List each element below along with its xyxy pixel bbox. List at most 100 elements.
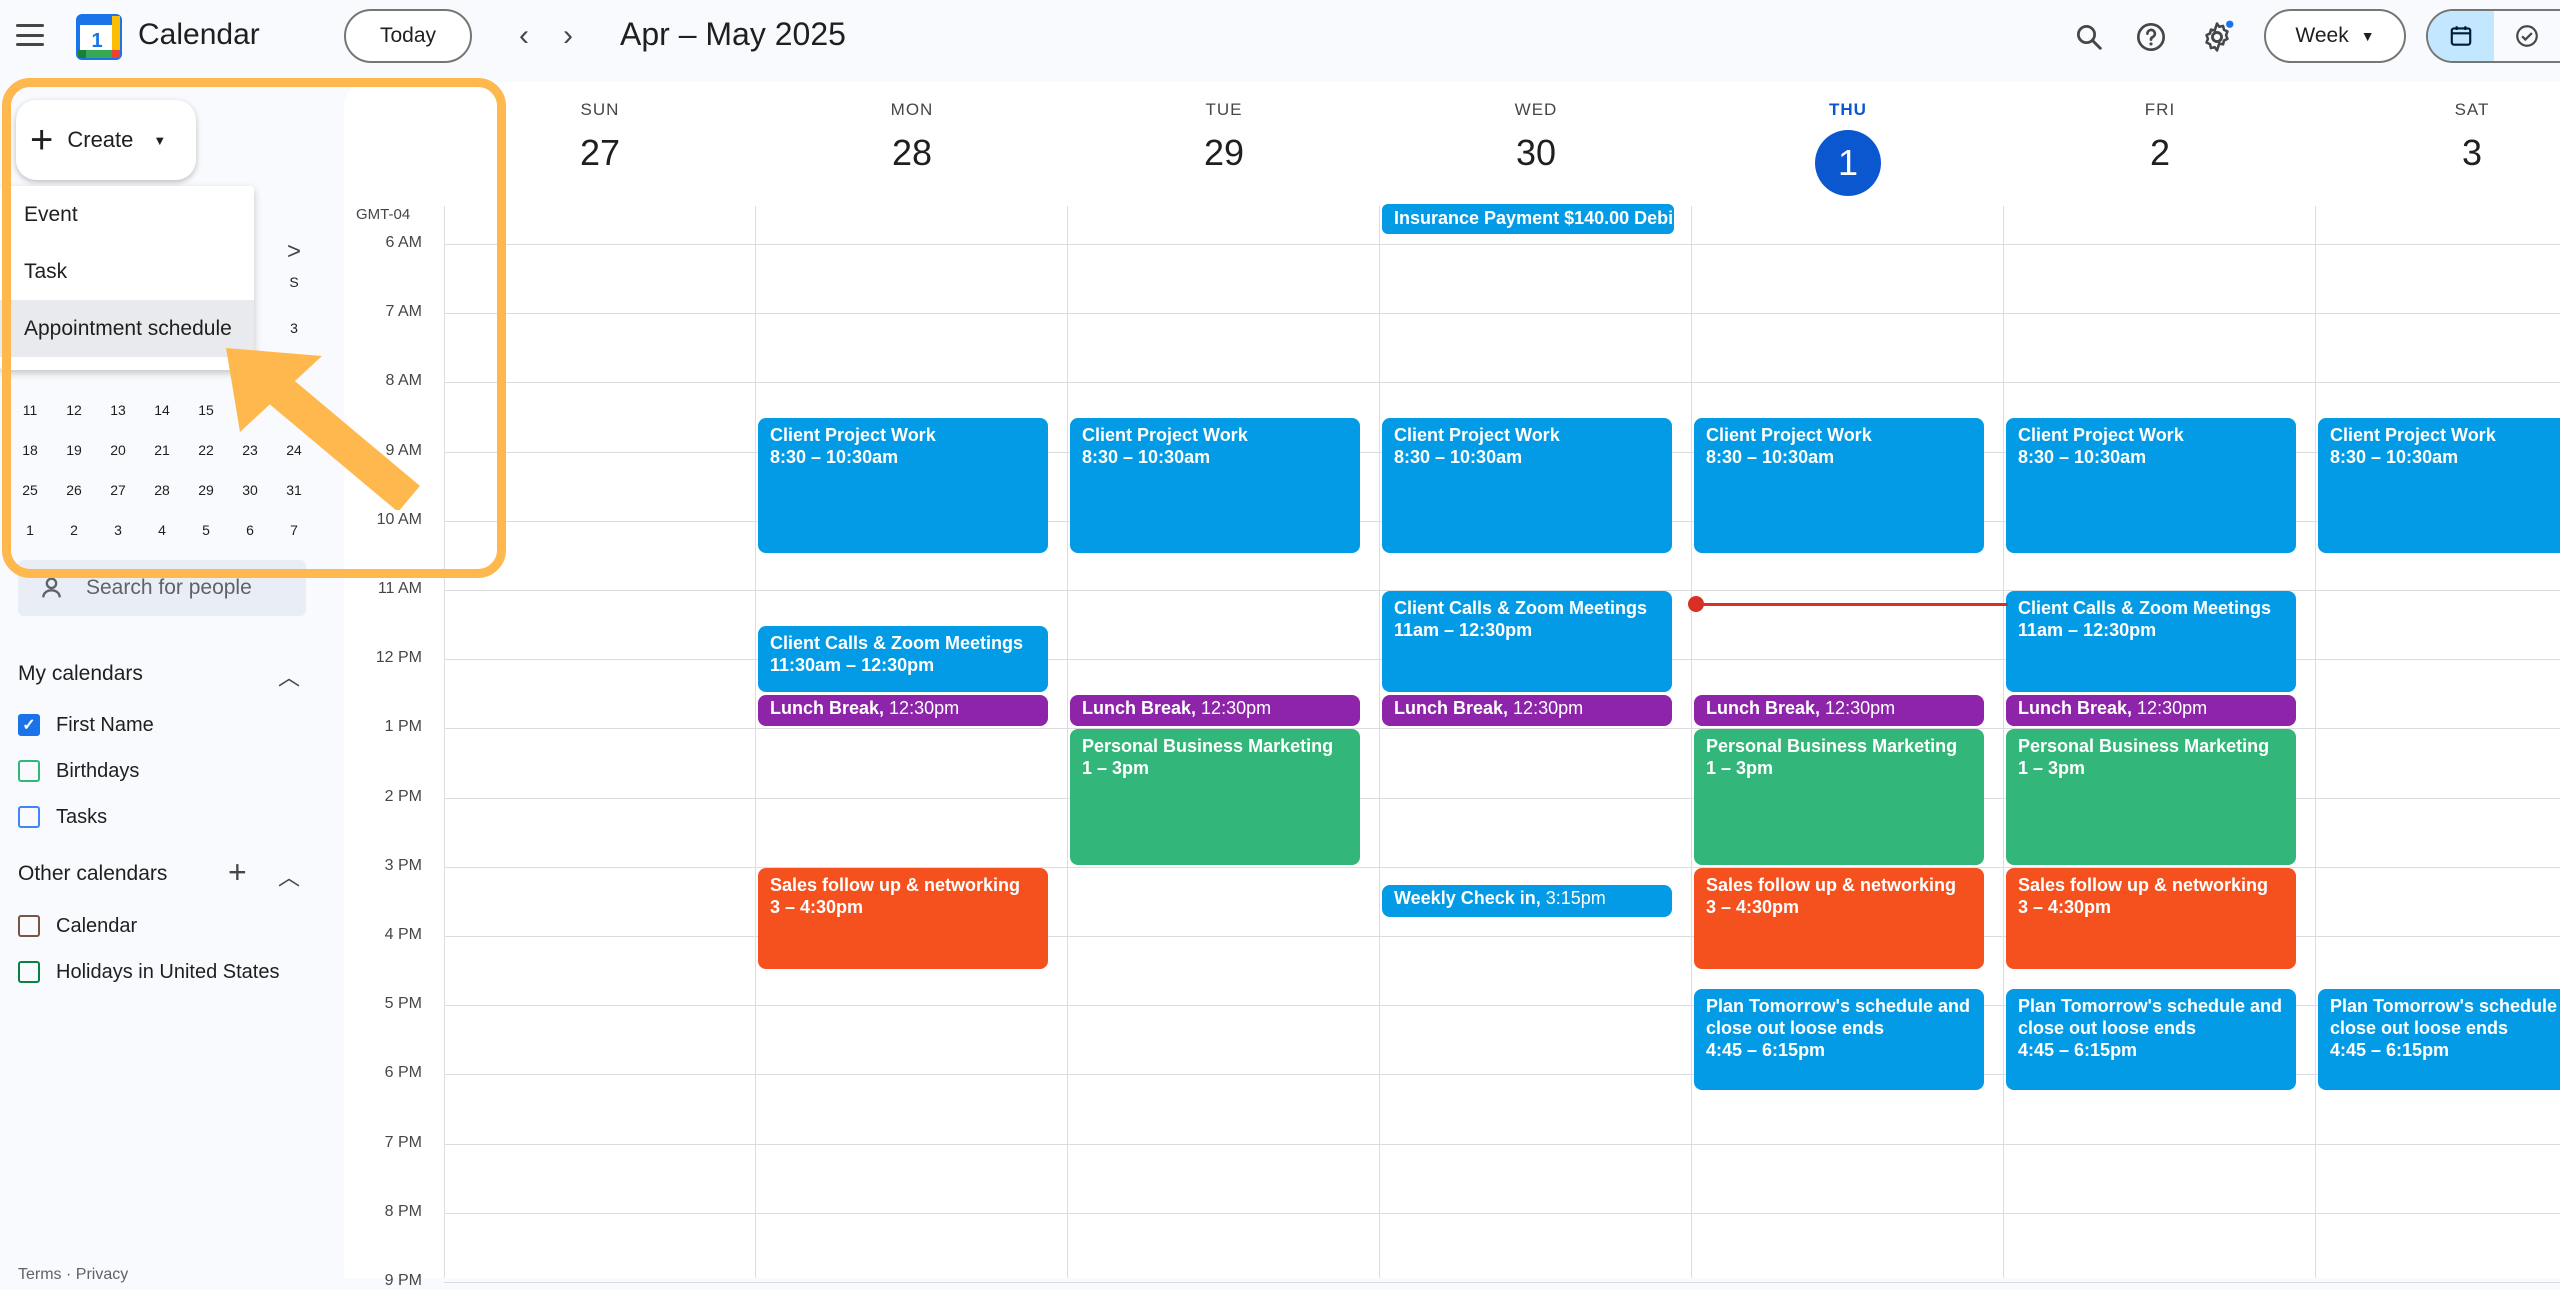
calendar-item[interactable]: Calendar: [18, 911, 137, 941]
day-number[interactable]: 28: [756, 132, 1068, 174]
calendar-item[interactable]: Tasks: [18, 802, 107, 832]
event-title: Lunch Break: [770, 697, 880, 718]
day-header[interactable]: FRI 2: [2004, 100, 2316, 174]
day-name: TUE: [1205, 100, 1243, 119]
hour-line: [444, 382, 2560, 384]
all-day-event[interactable]: Insurance Payment $140.00 Debi: [1382, 204, 1674, 234]
other-calendars-title[interactable]: Other calendars: [18, 862, 167, 886]
event-sales[interactable]: Sales follow up & networking 3 – 4:30pm: [1694, 867, 1984, 969]
search-people-placeholder: Search for people: [86, 576, 252, 599]
event-client-calls[interactable]: Client Calls & Zoom Meetings 11am – 12:30…: [1382, 591, 1672, 692]
day-name: WED: [1514, 100, 1558, 119]
day-number[interactable]: 2: [2004, 132, 2316, 174]
view-selector-label: Week: [2295, 24, 2349, 47]
checkbox[interactable]: ✓: [18, 714, 40, 736]
calendar-view-button[interactable]: [2428, 11, 2494, 61]
event-marketing[interactable]: Personal Business Marketing 1 – 3pm: [2006, 729, 2296, 865]
chevron-up-icon[interactable]: ︿: [278, 660, 300, 692]
event-lunch[interactable]: Lunch Break, 12:30pm: [758, 694, 1048, 727]
event-client-calls-mon[interactable]: Client Calls & Zoom Meetings 11:30am – 12…: [758, 625, 1048, 692]
event-time: 4:45 – 6:15pm: [1706, 1039, 1826, 1060]
event-marketing[interactable]: Personal Business Marketing 1 – 3pm: [1694, 729, 1984, 865]
event-plan[interactable]: Plan Tomorrow's schedule and close out l…: [2006, 988, 2296, 1090]
main-menu-icon[interactable]: [16, 24, 44, 46]
calendar-item[interactable]: Holidays in United States: [18, 957, 279, 987]
hour-label: 4 PM: [384, 926, 422, 943]
event-title: Sales follow up & networking: [770, 874, 1021, 895]
column-divider: [1691, 206, 1692, 1278]
calendar-item-label: First Name: [56, 713, 154, 736]
view-selector-button[interactable]: Week ▼: [2264, 9, 2406, 63]
calendar-item-label: Tasks: [56, 805, 108, 828]
event-lunch[interactable]: Lunch Break, 12:30pm: [2006, 694, 2296, 727]
event-client-calls[interactable]: Client Calls & Zoom Meetings 11am – 12:30…: [2006, 591, 2296, 692]
event-time: 11am – 12:30pm: [2018, 620, 2157, 640]
day-number[interactable]: 3: [2316, 132, 2560, 174]
event-lunch[interactable]: Lunch Break, 12:30pm: [1694, 694, 1984, 727]
event-plan[interactable]: Plan Tomorrow's schedule and close out l…: [1694, 988, 1984, 1090]
event-time: 1 – 3pm: [2018, 758, 2086, 779]
event-client-project[interactable]: Client Project Work 8:30 – 10:30am: [1382, 418, 1672, 554]
event-client-project[interactable]: Client Project Work 8:30 – 10:30am: [1694, 418, 1984, 554]
day-number[interactable]: 30: [1380, 132, 1692, 174]
previous-week-button[interactable]: ‹: [502, 14, 546, 58]
event-time: 8:30 – 10:30am: [1706, 447, 1835, 467]
footer-links[interactable]: Terms · Privacy: [18, 1266, 128, 1284]
event-title: Client Project Work: [2330, 425, 2496, 445]
hour-label: 9 PM: [384, 1272, 422, 1289]
today-date[interactable]: 1: [1815, 130, 1881, 196]
event-time: 3 – 4:30pm: [770, 896, 864, 917]
hour-label: 3 PM: [384, 856, 422, 874]
chevron-up-icon[interactable]: ︿: [278, 860, 300, 892]
hour-label: 1 PM: [384, 718, 422, 736]
event-client-project[interactable]: Client Project Work 8:30 – 10:30am: [2006, 418, 2296, 554]
event-sales[interactable]: Sales follow up & networking 3 – 4:30pm: [758, 867, 1048, 969]
search-button[interactable]: [2066, 14, 2112, 60]
day-number[interactable]: 29: [1068, 132, 1380, 174]
event-time: 8:30 – 10:30am: [1082, 447, 1211, 467]
checkbox[interactable]: [18, 961, 40, 983]
checkbox[interactable]: [18, 806, 40, 828]
day-header[interactable]: SAT 3: [2316, 100, 2560, 174]
help-button[interactable]: [2128, 14, 2174, 60]
event-title: Lunch Break: [1082, 697, 1192, 718]
event-client-project[interactable]: Client Project Work 8:30 – 10:30am: [2318, 418, 2560, 554]
calendar-icon: [2450, 26, 2472, 46]
event-lunch[interactable]: Lunch Break, 12:30pm: [1382, 694, 1672, 727]
event-sales[interactable]: Sales follow up & networking 3 – 4:30pm: [2006, 867, 2296, 969]
add-calendar-icon[interactable]: +: [228, 854, 247, 891]
my-calendars-title[interactable]: My calendars: [18, 662, 143, 686]
day-header[interactable]: THU 1: [1692, 100, 2004, 196]
day-name: SAT: [2454, 100, 2490, 119]
day-header[interactable]: MON 28: [756, 100, 1068, 174]
checkbox[interactable]: [18, 915, 40, 937]
hour-line: [444, 1282, 2560, 1283]
event-time: 8:30 – 10:30am: [770, 447, 899, 467]
settings-button[interactable]: [2194, 14, 2240, 60]
calendar-item[interactable]: Birthdays: [18, 756, 139, 786]
chevron-left-icon: ‹: [519, 19, 529, 52]
column-divider: [1379, 206, 1380, 1278]
calendar-item[interactable]: ✓ First Name: [18, 710, 154, 740]
day-header[interactable]: TUE 29: [1068, 100, 1380, 174]
event-marketing[interactable]: Personal Business Marketing 1 – 3pm: [1070, 729, 1360, 865]
calendar-task-toggle[interactable]: [2426, 9, 2560, 63]
calendar-item-label: Calendar: [56, 914, 138, 937]
checkbox[interactable]: [18, 760, 40, 782]
day-header[interactable]: WED 30: [1380, 100, 1692, 174]
next-week-button[interactable]: ›: [546, 14, 590, 58]
event-client-project[interactable]: Client Project Work 8:30 – 10:30am: [1070, 418, 1360, 554]
event-plan[interactable]: Plan Tomorrow's schedule and close out l…: [2318, 988, 2560, 1090]
event-lunch[interactable]: Lunch Break, 12:30pm: [1070, 694, 1360, 727]
event-weekly-check[interactable]: Weekly Check in, 3:15pm: [1382, 885, 1672, 917]
event-time: 12:30pm: [2137, 697, 2208, 718]
event-client-project[interactable]: Client Project Work 8:30 – 10:30am: [758, 418, 1048, 554]
event-time: 8:30 – 10:30am: [2330, 447, 2459, 467]
hour-label: 5 PM: [384, 995, 422, 1013]
column-divider: [755, 206, 756, 1278]
current-time-line: [1696, 603, 2008, 606]
tasks-view-button[interactable]: [2494, 11, 2560, 61]
today-button[interactable]: Today: [344, 9, 472, 63]
event-title: Client Calls & Zoom Meetings: [1394, 598, 1648, 618]
hour-line: [444, 1212, 2560, 1214]
